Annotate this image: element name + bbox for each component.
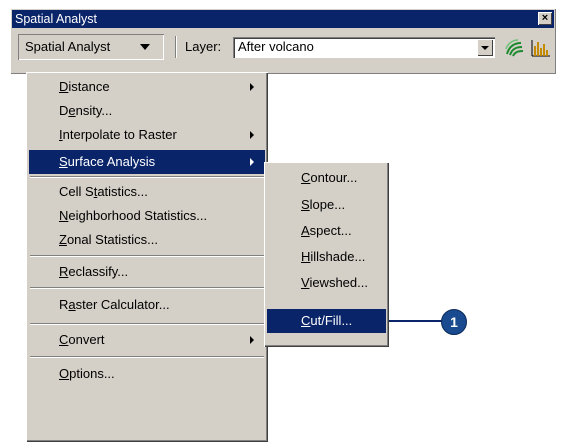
menu-item-label: Zonal Statistics... [59, 232, 158, 247]
toolbar-separator [175, 36, 177, 58]
contour-tool-icon[interactable] [504, 38, 526, 58]
menu-item-label: Cut/Fill... [301, 313, 353, 328]
menu-item-neighborhood-statistics[interactable]: Neighborhood Statistics... [29, 204, 265, 228]
menu-separator [30, 323, 264, 325]
spatial-analyst-menu: Distance Density... Interpolate to Raste… [26, 72, 268, 442]
toolbar-titlebar[interactable]: Spatial Analyst × [12, 10, 554, 28]
menu-item-surface-analysis[interactable]: Surface Analysis [29, 150, 265, 174]
menu-separator [30, 287, 264, 289]
menu-item-convert[interactable]: Convert [29, 328, 265, 352]
menu-item-options[interactable]: Options... [29, 362, 265, 386]
menu-item-label: Contour... [301, 170, 358, 185]
submenu-item-viewshed[interactable]: Viewshed... [267, 271, 386, 295]
menu-item-interpolate-to-raster[interactable]: Interpolate to Raster [29, 123, 265, 147]
menu-item-label: Interpolate to Raster [59, 127, 177, 142]
menu-item-label: Distance [59, 79, 110, 94]
layer-dropdown-button[interactable] [477, 39, 493, 56]
menu-item-label: Viewshed... [301, 275, 368, 290]
submenu-item-cut-fill[interactable]: Cut/Fill... [267, 309, 386, 333]
step-callout-badge: 1 [441, 309, 467, 335]
menu-item-density[interactable]: Density... [29, 99, 265, 123]
submenu-item-hillshade[interactable]: Hillshade... [267, 245, 386, 269]
menu-separator [30, 255, 264, 257]
menu-item-label: Hillshade... [301, 249, 366, 264]
layer-select[interactable]: After volcano [233, 37, 495, 58]
submenu-arrow-icon [250, 83, 254, 91]
menu-item-label: Options... [59, 366, 115, 381]
menu-item-label: Cell Statistics... [59, 184, 148, 199]
menu-item-label: Convert [59, 332, 105, 347]
menu-item-cell-statistics[interactable]: Cell Statistics... [29, 180, 265, 204]
menu-item-label: Reclassify... [59, 264, 129, 279]
menu-separator [30, 176, 264, 178]
menu-item-label: Aspect... [301, 223, 352, 238]
close-button[interactable]: × [538, 12, 552, 25]
layer-label: Layer: [185, 39, 222, 54]
submenu-item-contour[interactable]: Contour... [267, 166, 386, 190]
spatial-analyst-menu-button[interactable]: Spatial Analyst [18, 34, 164, 60]
submenu-item-slope[interactable]: Slope... [267, 193, 386, 217]
submenu-arrow-icon [250, 336, 254, 344]
spatial-analyst-menu-label: Spatial Analyst [25, 39, 111, 54]
menu-item-distance[interactable]: Distance [29, 75, 265, 99]
surface-analysis-submenu: Contour... Slope... Aspect... Hillshade.… [264, 162, 389, 347]
dropdown-arrow-icon [140, 44, 150, 50]
close-icon: × [541, 12, 549, 24]
menu-item-label: Neighborhood Statistics... [59, 208, 208, 223]
menu-item-label: Raster Calculator... [59, 297, 170, 312]
submenu-arrow-icon [250, 158, 254, 166]
histogram-icon[interactable] [530, 38, 552, 58]
menu-item-label: Surface Analysis [59, 154, 156, 169]
submenu-arrow-icon [250, 131, 254, 139]
callout-leader-line [389, 320, 442, 322]
menu-item-label: Slope... [301, 197, 346, 212]
menu-separator [30, 356, 264, 358]
menu-item-zonal-statistics[interactable]: Zonal Statistics... [29, 228, 265, 252]
layer-select-value: After volcano [238, 39, 314, 54]
spatial-analyst-toolbar: Spatial Analyst × Spatial Analyst Layer:… [10, 8, 556, 74]
menu-item-raster-calculator[interactable]: Raster Calculator... [29, 293, 265, 317]
submenu-item-aspect[interactable]: Aspect... [267, 219, 386, 243]
menu-item-reclassify[interactable]: Reclassify... [29, 260, 265, 284]
toolbar-title: Spatial Analyst [15, 12, 97, 26]
menu-item-label: Density... [59, 103, 113, 118]
